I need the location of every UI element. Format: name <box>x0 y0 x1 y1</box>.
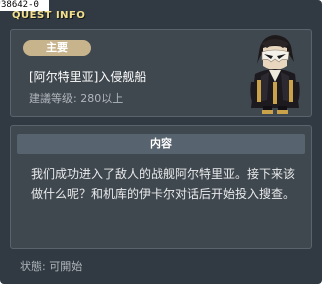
quest-info-window: 38642-0 QUEST INFO 主要 [阿尔特里亚]入侵舰船 建議等级: … <box>0 0 322 284</box>
quest-type-badge: 主要 <box>23 40 91 56</box>
quest-name: [阿尔特里亚]入侵舰船 <box>29 70 147 84</box>
quest-status: 状態: 可開始 <box>20 260 83 273</box>
window-title: QUEST INFO <box>12 10 86 21</box>
quest-content-panel: 内容 我们成功进入了敌人的战舰阿尔特里亚。接下来该做什么呢？和机库的伊卡尔对话后… <box>10 125 312 249</box>
quest-id-tag: 38642-0 <box>0 0 49 11</box>
content-header: 内容 <box>17 134 305 154</box>
quest-header-panel: 主要 [阿尔特里亚]入侵舰船 建議等级: 280以上 <box>10 29 312 117</box>
quest-description: 我们成功进入了敌人的战舰阿尔特里亚。接下来该做什么呢？和机库的伊卡尔对话后开始投… <box>31 167 296 201</box>
level-requirement: 建議等级: 280以上 <box>29 92 124 105</box>
masked-character-icon <box>250 35 300 114</box>
